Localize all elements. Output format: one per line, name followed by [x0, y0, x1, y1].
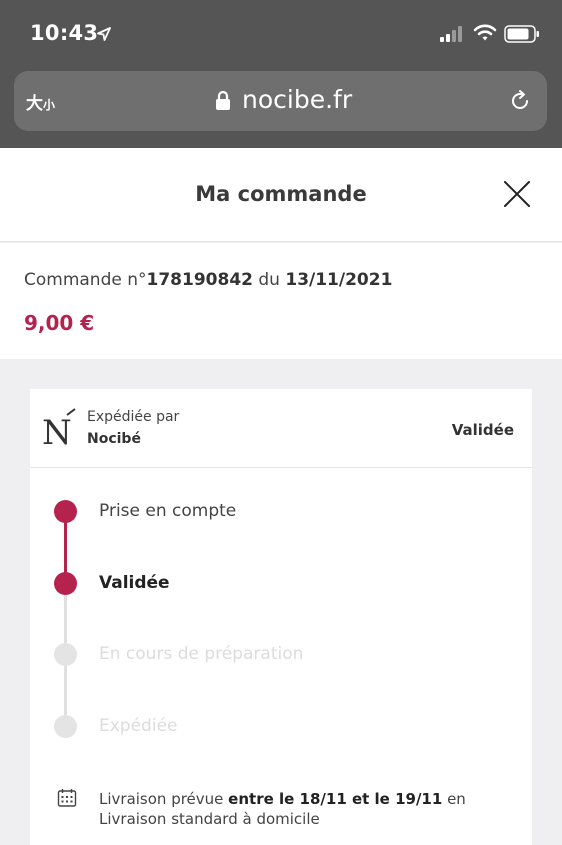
calendar-icon: [57, 789, 77, 807]
text-size-large-glyph: 大: [26, 94, 43, 114]
delivery-estimate: Livraison prévue entre le 18/11 et le 19…: [99, 789, 466, 829]
step-label-3: En cours de préparation: [99, 644, 304, 664]
signal-icon: [440, 26, 462, 42]
step-dot-3: [54, 643, 77, 666]
delivery-method: Livraison standard à domicile: [99, 810, 320, 828]
shipment-status: Validée: [451, 421, 514, 439]
order-summary: Commande n°178190842 du 13/11/2021 9,00 …: [0, 243, 562, 359]
delivery-suffix: en: [442, 790, 466, 808]
url-text[interactable]: nocibe.fr: [242, 85, 352, 114]
text-size-button[interactable]: 大小: [26, 89, 55, 114]
text-size-small-glyph: 小: [43, 98, 56, 112]
page-title: Ma commande: [195, 182, 367, 206]
address-bar[interactable]: 大小 nocibe.fr: [14, 71, 547, 131]
order-number: 178190842: [146, 270, 253, 290]
battery-icon: [504, 25, 539, 43]
step-dot-2: [54, 572, 77, 595]
order-price: 9,00 €: [24, 311, 95, 335]
shipment-header: N Expédiée par Nocibé Validée: [30, 389, 532, 468]
delivery-prefix: Livraison prévue: [99, 790, 229, 808]
reload-icon[interactable]: [508, 89, 532, 113]
step-label-2: Validée: [99, 573, 170, 593]
order-prefix: Commande n°: [24, 270, 147, 290]
order-reference: Commande n°178190842 du 13/11/2021: [24, 270, 392, 290]
order-date: 13/11/2021: [285, 270, 393, 290]
step-label-4: Expédiée: [99, 716, 178, 736]
step-dot-4: [54, 715, 77, 738]
step-dot-1: [54, 500, 77, 523]
modal-header: Ma commande: [0, 148, 562, 242]
shipped-by-label: Expédiée par: [87, 409, 180, 425]
logo-accent-icon: [66, 408, 76, 416]
tracking-steps: Prise en compte Validée En cours de prép…: [30, 468, 532, 768]
wifi-icon: [473, 24, 497, 41]
step-label-1: Prise en compte: [99, 501, 237, 521]
lock-icon: [216, 90, 230, 110]
status-time: 10:43: [30, 21, 99, 45]
nocibe-logo: N: [42, 413, 72, 453]
order-date-separator: du: [252, 270, 286, 290]
browser-chrome: 10:43 大小 nocibe.fr: [0, 0, 562, 148]
shipper-name: Nocibé: [87, 431, 141, 447]
shipment-card: N Expédiée par Nocibé Validée Prise en c…: [30, 389, 532, 845]
delivery-range: entre le 18/11 et le 19/11: [228, 790, 443, 808]
close-icon[interactable]: [502, 179, 532, 209]
location-arrow-icon: [97, 27, 111, 41]
